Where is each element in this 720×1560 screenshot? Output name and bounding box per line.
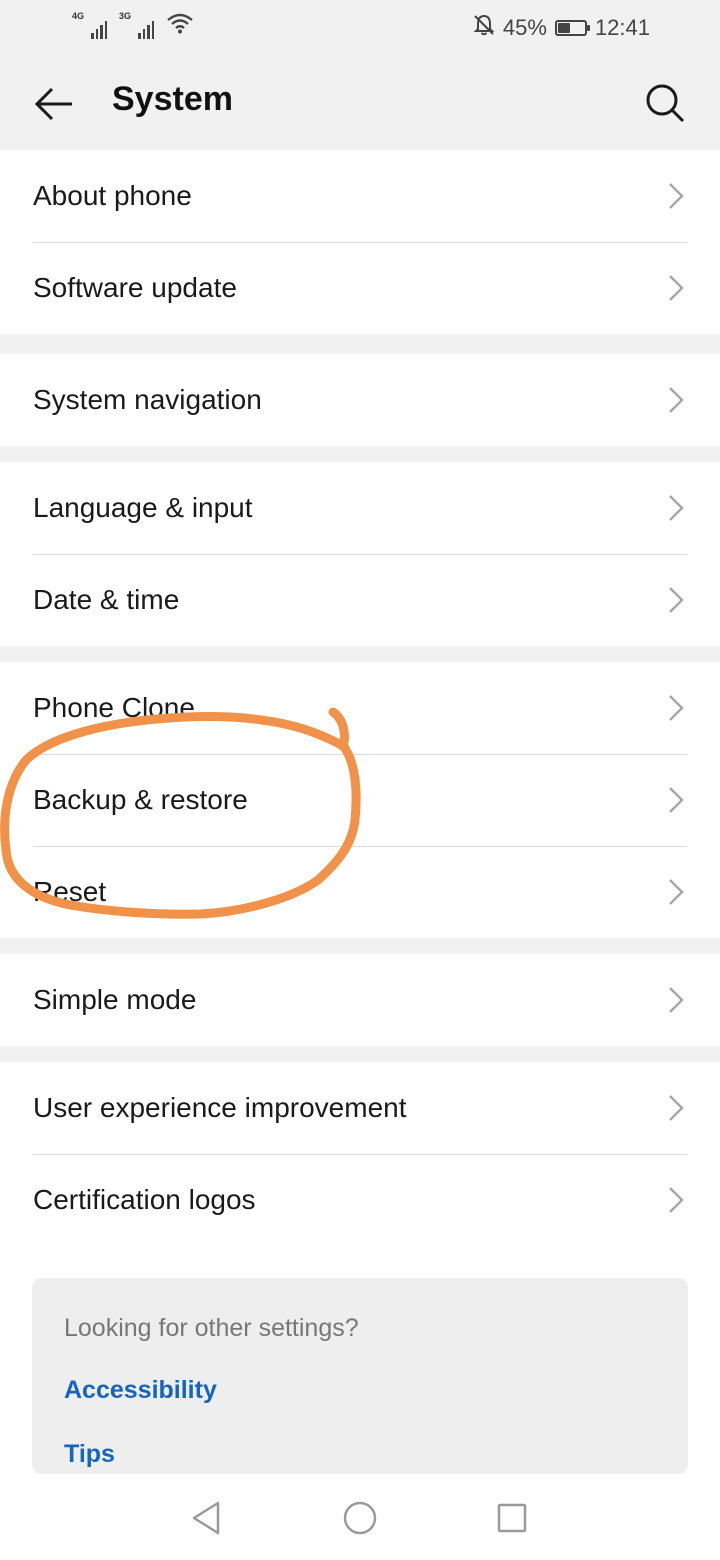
link-tips[interactable]: Tips <box>64 1440 115 1469</box>
chevron-right-icon <box>669 275 684 301</box>
settings-item-label: Reset <box>33 876 107 907</box>
settings-item-label: Backup & restore <box>33 784 248 815</box>
nav-home-icon <box>343 1501 377 1535</box>
chevron-right-icon <box>669 495 684 521</box>
clock: 12:41 <box>594 15 650 40</box>
status-bar: 4G 3G 45% 12:41 <box>0 0 720 56</box>
back-button[interactable] <box>28 78 80 130</box>
signal-icon <box>91 17 108 39</box>
navigation-bar <box>0 1476 720 1560</box>
network-type-1: 4G <box>72 11 85 21</box>
battery-percent: 45% <box>502 15 547 40</box>
nav-home-button[interactable] <box>340 1498 380 1538</box>
wifi-icon <box>166 12 194 39</box>
settings-item-label: Phone Clone <box>33 692 195 723</box>
battery-icon <box>554 20 590 36</box>
settings-item-about-phone[interactable]: About phone <box>0 150 720 242</box>
chevron-right-icon <box>669 183 684 209</box>
settings-group: About phone Software update <box>0 150 720 334</box>
status-left: 4G 3G <box>72 12 194 39</box>
settings-item-label: System navigation <box>33 384 262 415</box>
settings-group: Language & input Date & time <box>0 462 720 646</box>
settings-item-simple-mode[interactable]: Simple mode <box>0 954 720 1046</box>
chevron-right-icon <box>669 695 684 721</box>
settings-item-label: Certification logos <box>33 1184 256 1215</box>
chevron-right-icon <box>669 387 684 413</box>
nav-recents-button[interactable] <box>492 1498 532 1538</box>
nav-recents-icon <box>497 1503 527 1533</box>
settings-group: User experience improvement Certificatio… <box>0 1062 720 1246</box>
settings-item-user-experience[interactable]: User experience improvement <box>0 1062 720 1154</box>
alarm-off-icon <box>473 14 495 42</box>
chevron-right-icon <box>669 1095 684 1121</box>
settings-item-backup-restore[interactable]: Backup & restore <box>0 754 720 846</box>
settings-item-system-navigation[interactable]: System navigation <box>0 354 720 446</box>
page-title: System <box>112 80 233 118</box>
settings-item-certification-logos[interactable]: Certification logos <box>0 1154 720 1246</box>
signal-icon <box>138 17 155 39</box>
back-arrow-icon <box>34 87 72 121</box>
chevron-right-icon <box>669 787 684 813</box>
settings-item-label: Simple mode <box>33 984 197 1015</box>
suggestions-card: Looking for other settings? Accessibilit… <box>32 1278 688 1474</box>
battery-fill <box>557 23 570 33</box>
settings-group: System navigation <box>0 354 720 446</box>
settings-item-software-update[interactable]: Software update <box>0 242 720 334</box>
settings-item-label: About phone <box>33 180 192 211</box>
chevron-right-icon <box>669 587 684 613</box>
settings-item-label: Language & input <box>33 492 253 523</box>
status-right: 45% 12:41 <box>473 14 650 42</box>
link-accessibility[interactable]: Accessibility <box>64 1376 217 1405</box>
app-header: System <box>0 56 720 150</box>
suggestions-title: Looking for other settings? <box>64 1314 359 1342</box>
network-type-2: 3G <box>119 11 132 21</box>
search-button[interactable] <box>638 76 692 130</box>
settings-group: Phone Clone Backup & restore Reset <box>0 662 720 938</box>
settings-item-date-time[interactable]: Date & time <box>0 554 720 646</box>
settings-item-reset[interactable]: Reset <box>0 846 720 938</box>
settings-item-label: User experience improvement <box>33 1092 407 1123</box>
nav-back-button[interactable] <box>186 1498 226 1538</box>
settings-item-language-input[interactable]: Language & input <box>0 462 720 554</box>
settings-group: Simple mode <box>0 954 720 1046</box>
chevron-right-icon <box>669 1187 684 1213</box>
settings-item-label: Software update <box>33 272 237 303</box>
chevron-right-icon <box>669 879 684 905</box>
search-icon <box>646 84 685 123</box>
settings-item-label: Date & time <box>33 584 180 615</box>
settings-item-phone-clone[interactable]: Phone Clone <box>0 662 720 754</box>
chevron-right-icon <box>669 987 684 1013</box>
nav-back-icon <box>192 1501 220 1535</box>
